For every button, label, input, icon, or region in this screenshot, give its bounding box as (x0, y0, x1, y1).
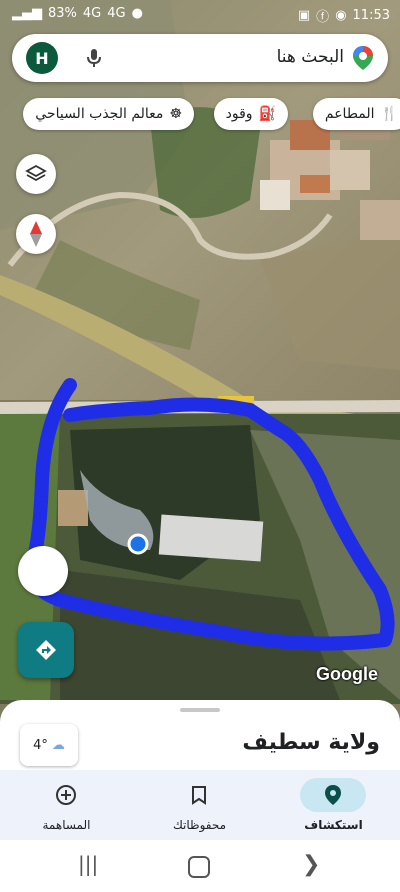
network-type: 4G (82, 6, 102, 21)
chip-gas[interactable]: ⛽ وقود (213, 98, 288, 130)
chip-label: المطاعم (324, 106, 375, 122)
chip-label: وقود (225, 106, 253, 122)
clock: 11:53 (352, 8, 390, 23)
gas-station-icon: ⛽ (258, 106, 276, 122)
recents-icon[interactable]: ||| (78, 852, 98, 876)
bottom-nav: استكشاف محفوظاتك المساهمة (0, 770, 400, 840)
layers-button[interactable] (16, 154, 56, 194)
search-bar[interactable]: H البحث هنا (12, 34, 388, 82)
explore-pin-icon (325, 785, 341, 805)
chip-label: معالم الجذب السياحي (35, 106, 164, 122)
google-maps-logo-icon (353, 46, 373, 70)
layers-icon (25, 164, 47, 182)
nav-saved[interactable]: محفوظاتك (133, 770, 266, 840)
restaurant-icon: 🍴 (380, 106, 398, 122)
directions-button[interactable] (18, 622, 74, 678)
my-location-dot (127, 533, 149, 555)
signal-icon: ▂▄▆ (12, 6, 42, 21)
bookmark-icon (192, 786, 206, 805)
search-input[interactable]: البحث هنا (277, 47, 344, 67)
google-logo: Google (316, 664, 378, 684)
place-title: ولاية سطيف (242, 730, 380, 755)
add-circle-icon (56, 785, 76, 805)
weather-badge[interactable]: 4° ☁ (20, 724, 78, 766)
mic-icon[interactable] (82, 46, 106, 70)
android-nav-bar: ||| ❯ (0, 840, 400, 892)
my-location-button[interactable] (18, 546, 68, 596)
bottom-sheet[interactable]: 4° ☁ ولاية سطيف (0, 700, 400, 780)
gallery-icon: ▣ (297, 8, 311, 23)
chip-attractions[interactable]: ☸ معالم الجذب السياحي (23, 98, 194, 130)
back-icon[interactable]: ❯ (302, 852, 320, 877)
status-bar: ▂▄▆ 83% 4G 4G ● ▣ ⓕ ◉ 11:53 (0, 0, 400, 28)
messenger-icon: ◉ (335, 8, 347, 23)
chip-restaurants[interactable]: 🍴 المطاعم (312, 98, 400, 130)
nav-label: استكشاف (304, 818, 363, 832)
nav-contribute[interactable]: المساهمة (0, 770, 133, 840)
drag-handle[interactable] (180, 708, 220, 712)
location-status-icon: ● (131, 6, 143, 21)
directions-icon (36, 640, 56, 660)
nav-label: محفوظاتك (172, 818, 227, 832)
attractions-icon: ☸ (169, 106, 182, 122)
battery-level: 83% (48, 6, 77, 21)
network-type-2: 4G (107, 6, 126, 21)
compass-icon (30, 221, 42, 247)
avatar[interactable]: H (26, 42, 58, 74)
facebook-icon: ⓕ (316, 10, 330, 25)
snow-cloud-icon: ☁ (51, 737, 65, 753)
category-chips: 🍴 المطاعم ⛽ وقود ☸ معالم الجذب السياحي (0, 98, 400, 132)
weather-temp: 4° (33, 737, 48, 753)
compass-button[interactable] (16, 214, 56, 254)
home-icon[interactable] (188, 856, 210, 878)
nav-explore[interactable]: استكشاف (267, 770, 400, 840)
nav-label: المساهمة (42, 818, 91, 832)
